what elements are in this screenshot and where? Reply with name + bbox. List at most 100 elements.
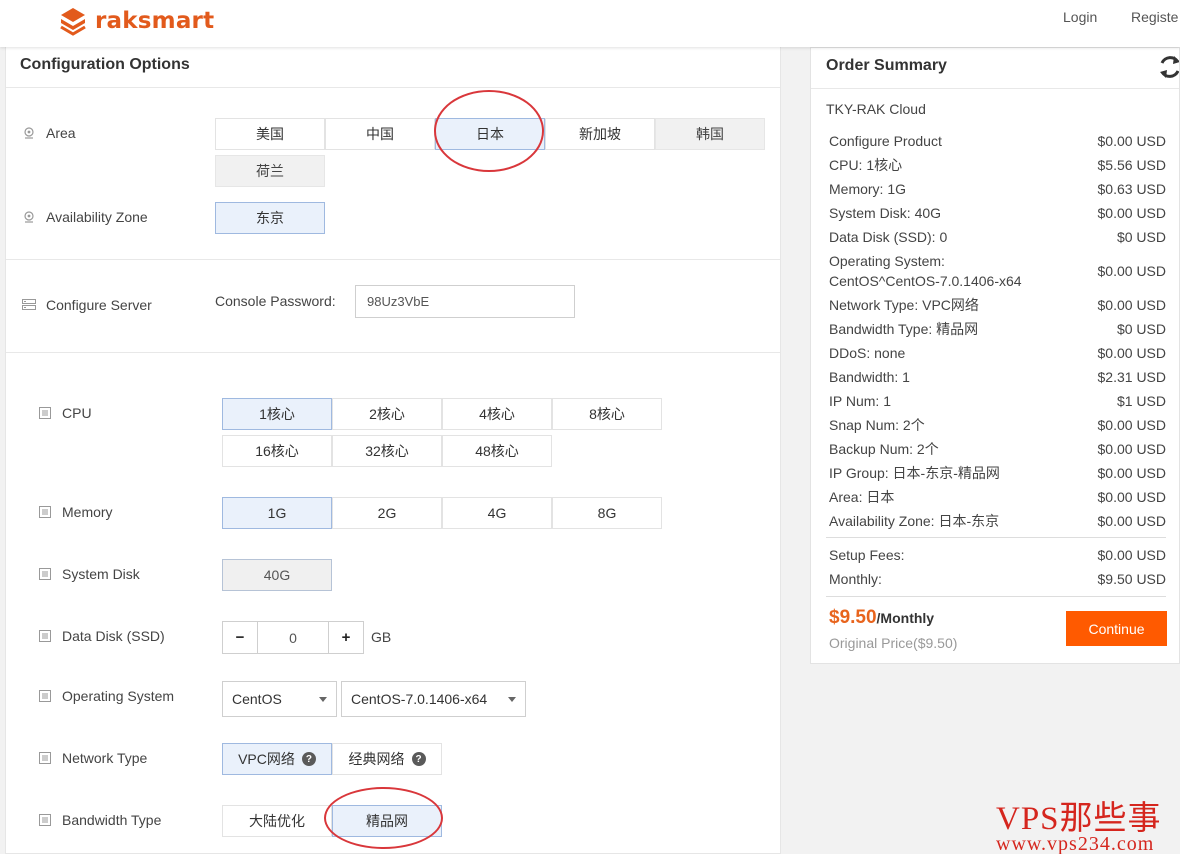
operating-system-label: Operating System (38, 688, 174, 704)
cpu-option-1[interactable]: 1核心 (222, 398, 332, 430)
summary-row: Availability Zone: 日本-东京 $0.00 USD (829, 513, 1166, 529)
register-link[interactable]: Registe (1131, 9, 1178, 25)
divider (826, 537, 1166, 538)
summary-row: Memory: 1G $0.63 USD (829, 181, 1166, 197)
divider (6, 87, 780, 88)
divider (811, 88, 1179, 89)
decrement-button[interactable]: − (223, 622, 257, 653)
summary-row: System Disk: 40G $0.00 USD (829, 205, 1166, 221)
cpu-option-8[interactable]: 8核心 (552, 398, 662, 430)
summary-row: IP Num: 1 $1 USD (829, 393, 1166, 409)
memory-option-2g[interactable]: 2G (332, 497, 442, 529)
data-disk-value[interactable]: 0 (257, 622, 329, 653)
network-option-classic[interactable]: 经典网络 ? (332, 743, 442, 775)
area-option-cn[interactable]: 中国 (325, 118, 435, 150)
summary-row: Bandwidth: 1 $2.31 USD (829, 369, 1166, 385)
divider (826, 596, 1166, 597)
summary-row: DDoS: none $0.00 USD (829, 345, 1166, 361)
memory-option-4g[interactable]: 4G (442, 497, 552, 529)
summary-row: CPU: 1核心 $5.56 USD (829, 157, 1166, 173)
watermark-title: VPS那些事 (996, 801, 1162, 837)
bandwidth-option-premium[interactable]: 精品网 (332, 805, 442, 837)
brand-logo[interactable]: raksmart (58, 6, 214, 36)
list-icon (38, 629, 52, 643)
list-icon (38, 751, 52, 765)
summary-row: Snap Num: 2个 $0.00 USD (829, 417, 1166, 433)
divider (6, 352, 780, 353)
cpu-option-4[interactable]: 4核心 (442, 398, 552, 430)
cpu-label: CPU (38, 405, 92, 421)
area-label: Area (22, 125, 76, 141)
availability-zone-label: Availability Zone (22, 209, 148, 225)
help-icon[interactable]: ? (301, 752, 316, 766)
summary-row: Configure Product $0.00 USD (829, 133, 1166, 149)
chevron-down-icon (508, 697, 516, 702)
configuration-title: Configuration Options (20, 56, 190, 73)
summary-row: Bandwidth Type: 精品网 $0 USD (829, 321, 1166, 337)
area-option-nl[interactable]: 荷兰 (215, 155, 325, 187)
raksmart-logo-icon (60, 8, 86, 36)
total-price: $9.50 /Monthly (829, 607, 934, 629)
summary-row: Operating System: CentOS^CentOS-7.0.1406-… (829, 253, 1166, 289)
area-option-us[interactable]: 美国 (215, 118, 325, 150)
summary-row: Data Disk (SSD): 0 $0 USD (829, 229, 1166, 245)
location-icon (22, 210, 36, 224)
list-icon (38, 406, 52, 420)
continue-button[interactable]: Continue (1066, 611, 1167, 646)
brand-name: raksmart (95, 8, 215, 34)
summary-row: IP Group: 日本-东京-精品网 $0.00 USD (829, 465, 1166, 481)
summary-row: Network Type: VPC网络 $0.00 USD (829, 297, 1166, 313)
product-name: TKY-RAK Cloud (826, 101, 926, 117)
order-summary-title: Order Summary (826, 57, 947, 74)
area-option-sg[interactable]: 新加坡 (545, 118, 655, 150)
summary-row: Backup Num: 2个 $0.00 USD (829, 441, 1166, 457)
cpu-option-16[interactable]: 16核心 (222, 435, 332, 467)
location-icon (22, 126, 36, 140)
memory-option-8g[interactable]: 8G (552, 497, 662, 529)
chevron-down-icon (319, 697, 327, 702)
memory-label: Memory (38, 504, 113, 520)
data-disk-label: Data Disk (SSD) (38, 628, 165, 644)
area-option-jp[interactable]: 日本 (435, 118, 545, 150)
increment-button[interactable]: + (329, 622, 363, 653)
os-version-select[interactable]: CentOS-7.0.1406-x64 (341, 681, 526, 717)
network-option-vpc[interactable]: VPC网络 ? (222, 743, 332, 775)
bandwidth-option-mainland[interactable]: 大陆优化 (222, 805, 332, 837)
original-price: Original Price($9.50) (829, 635, 958, 651)
data-disk-stepper: − 0 + (222, 621, 364, 654)
configure-server-label: Configure Server (22, 297, 152, 313)
list-icon (38, 505, 52, 519)
server-icon (22, 298, 36, 312)
billing-period: /Monthly (876, 610, 935, 626)
area-option-kr[interactable]: 韩国 (655, 118, 765, 150)
configuration-panel: Configuration Options Area 美国 中国 日本 新加坡 … (5, 47, 781, 854)
refresh-icon[interactable] (1156, 53, 1180, 81)
memory-option-1g[interactable]: 1G (222, 497, 332, 529)
os-version-value: CentOS-7.0.1406-x64 (351, 691, 488, 707)
os-family-value: CentOS (232, 691, 282, 707)
network-type-label: Network Type (38, 750, 147, 766)
divider (6, 259, 780, 260)
total-amount: $9.50 (829, 607, 877, 628)
os-family-select[interactable]: CentOS (222, 681, 337, 717)
summary-row: Area: 日本 $0.00 USD (829, 489, 1166, 505)
system-disk-option-40g[interactable]: 40G (222, 559, 332, 591)
watermark-url: www.vps234.com (996, 833, 1155, 854)
system-disk-label: System Disk (38, 566, 140, 582)
cpu-option-48[interactable]: 48核心 (442, 435, 552, 467)
console-password-input[interactable] (355, 285, 575, 318)
cpu-option-32[interactable]: 32核心 (332, 435, 442, 467)
list-icon (38, 567, 52, 581)
data-disk-unit: GB (371, 629, 392, 645)
watermark: VPS那些事 www.vps234.com (996, 801, 1162, 854)
order-summary-panel: Order Summary TKY-RAK Cloud Configure Pr… (810, 47, 1180, 664)
cpu-option-2[interactable]: 2核心 (332, 398, 442, 430)
summary-rows: Configure Product $0.00 USD CPU: 1核心 $5.56… (829, 129, 1166, 533)
bandwidth-type-label: Bandwidth Type (38, 812, 161, 828)
list-icon (38, 813, 52, 827)
zone-option-tokyo[interactable]: 东京 (215, 202, 325, 234)
list-icon (38, 689, 52, 703)
help-icon[interactable]: ? (411, 752, 426, 766)
top-header: raksmart Login Registe (0, 0, 1180, 47)
login-link[interactable]: Login (1063, 9, 1097, 25)
